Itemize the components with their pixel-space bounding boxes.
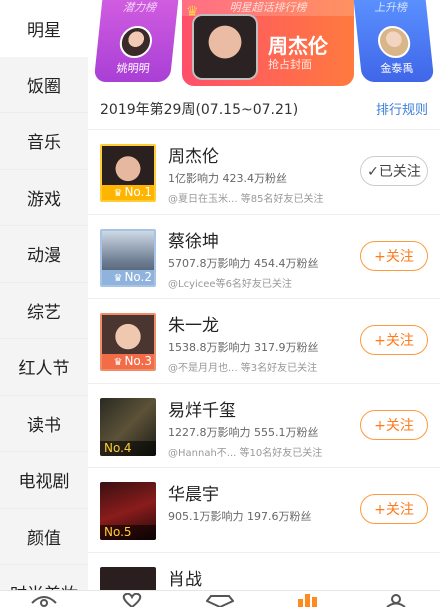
star-name: 周杰伦 xyxy=(168,147,219,167)
sidebar-item-label: 音乐 xyxy=(27,133,61,154)
friends-following: @Lcyicee等6名好友已关注 xyxy=(168,278,292,290)
eye-icon[interactable] xyxy=(29,591,59,607)
avatar xyxy=(376,26,412,58)
ranking-list: ♛ No.1 周杰伦 1亿影响力 423.4万粉丝 @夏日在玉米... 等85名好… xyxy=(88,130,440,593)
avatar xyxy=(192,14,258,80)
sidebar-item-label: 动漫 xyxy=(27,246,61,267)
week-header: 2019年第29周(07.15~07.21) 排行规则 xyxy=(88,88,440,130)
followed-button[interactable]: ✓已关注 xyxy=(360,156,428,186)
avatar: No.5 xyxy=(100,482,156,540)
card-name: 金泰禹 xyxy=(379,62,415,75)
sidebar-item-label: 颜值 xyxy=(27,528,61,549)
card-name: 周杰伦 xyxy=(268,34,328,58)
rank-badge: ♛ No.2 xyxy=(102,269,154,285)
star-name: 蔡徐坤 xyxy=(168,231,219,252)
heart-icon[interactable] xyxy=(117,591,147,607)
list-item[interactable]: ♛ No.3 朱一龙 1538.8万影响力 317.9万粉丝 @不是月月也... … xyxy=(88,299,440,384)
friends-following: @不是月月也... 等3名好友已关注 xyxy=(168,363,318,374)
list-item[interactable]: No.4 易烊千玺 1227.8万影响力 555.1万粉丝 @Hannah不..… xyxy=(88,384,440,468)
potential-list-card[interactable]: 潜力榜 姚明明 xyxy=(93,0,179,82)
influence-stats: 5707.8万影响力 454.4万粉丝 xyxy=(168,256,319,270)
sidebar-item-books[interactable]: 读书 xyxy=(0,396,88,452)
rank-badge: No.5 xyxy=(100,525,156,540)
follow-button[interactable]: +关注 xyxy=(360,494,428,524)
influence-stats: 1227.8万影响力 555.1万粉丝 xyxy=(168,425,319,439)
ranking-banner: 潜力榜 姚明明 明星超话排行榜 ♛ 周杰伦 抢占封面 上升榜 金泰禹 xyxy=(88,0,440,88)
avatar: ♛ No.1 xyxy=(100,144,156,202)
friends-following: @Hannah不... 等10名好友已关注 xyxy=(168,447,323,459)
sidebar-item-label: 读书 xyxy=(27,415,61,436)
ranking-rules-link[interactable]: 排行规则 xyxy=(376,99,428,118)
sidebar-item-anime[interactable]: 动漫 xyxy=(0,226,88,283)
sidebar-item-tv[interactable]: 电视剧 xyxy=(0,452,88,509)
influence-stats: 905.1万影响力 197.6万粉丝 xyxy=(168,510,312,523)
category-sidebar: 明星 饭圈 音乐 游戏 动漫 综艺 红人节 读书 电视剧 颜值 时尚美妆 xyxy=(0,0,88,605)
avatar: ♛ No.2 xyxy=(100,228,156,287)
card-tag: 潜力榜 xyxy=(122,1,157,14)
avatar xyxy=(118,26,154,58)
rank-badge: No.4 xyxy=(100,440,156,456)
sidebar-item-games[interactable]: 游戏 xyxy=(0,170,88,226)
list-item[interactable]: No.5 华晨宇 905.1万影响力 197.6万粉丝 +关注 xyxy=(88,468,440,553)
card-name: 姚明明 xyxy=(115,62,151,75)
rank-badge: ♛ No.3 xyxy=(102,354,154,369)
star-name: 肖战 xyxy=(168,569,202,590)
list-item[interactable]: ♛ No.1 周杰伦 1亿影响力 423.4万粉丝 @夏日在玉米... 等85名好… xyxy=(88,130,440,215)
list-item[interactable]: ♛ No.2 蔡徐坤 5707.8万影响力 454.4万粉丝 @Lcyicee等6… xyxy=(88,215,440,299)
avatar: No.4 xyxy=(100,397,156,456)
sidebar-item-label: 饭圈 xyxy=(27,76,61,97)
star-topic-ranking-card[interactable]: 明星超话排行榜 ♛ 周杰伦 抢占封面 xyxy=(182,0,354,86)
influence-stats: 1亿影响力 423.4万粉丝 xyxy=(168,172,287,185)
star-name: 华晨宇 xyxy=(168,485,219,505)
rank-badge: ♛ No.1 xyxy=(102,185,154,200)
sidebar-item-label: 红人节 xyxy=(18,359,70,380)
sidebar-item-fan-circle[interactable]: 饭圈 xyxy=(0,57,88,113)
follow-button[interactable]: +关注 xyxy=(360,240,428,271)
follow-button[interactable]: +关注 xyxy=(360,409,428,440)
sidebar-item-label: 明星 xyxy=(27,20,61,41)
sidebar-item-looks[interactable]: 颜值 xyxy=(0,509,88,565)
crown-icon: ♛ xyxy=(113,272,123,284)
list-item[interactable]: 肖战 xyxy=(88,553,440,593)
crown-icon: ♛ xyxy=(113,188,123,199)
sidebar-item-label: 综艺 xyxy=(27,302,61,323)
avatar: ♛ No.3 xyxy=(100,313,156,371)
bottom-tab-bar xyxy=(0,590,440,607)
sidebar-item-influencer[interactable]: 红人节 xyxy=(0,339,88,396)
card-subtitle: 抢占封面 xyxy=(268,58,312,71)
sidebar-item-label: 电视剧 xyxy=(18,472,70,493)
star-name: 朱一龙 xyxy=(168,316,219,336)
friends-following: @夏日在玉米... 等85名好友已关注 xyxy=(168,194,324,205)
card-tag: 上升榜 xyxy=(373,1,408,14)
star-name: 易烊千玺 xyxy=(168,400,236,421)
crown-icon: ♛ xyxy=(113,357,123,368)
profile-icon[interactable] xyxy=(381,591,411,607)
sidebar-item-music[interactable]: 音乐 xyxy=(0,113,88,170)
sidebar-item-stars[interactable]: 明星 xyxy=(0,0,88,57)
diamond-icon[interactable] xyxy=(205,591,235,607)
avatar xyxy=(100,566,156,593)
crown-icon: ♛ xyxy=(186,4,199,20)
chart-icon[interactable] xyxy=(293,591,323,607)
follow-button[interactable]: +关注 xyxy=(360,325,428,355)
sidebar-item-label: 游戏 xyxy=(27,189,61,210)
week-label: 2019年第29周(07.15~07.21) xyxy=(100,101,299,118)
sidebar-item-variety[interactable]: 综艺 xyxy=(0,283,88,339)
influence-stats: 1538.8万影响力 317.9万粉丝 xyxy=(168,341,319,354)
rising-list-card[interactable]: 上升榜 金泰禹 xyxy=(353,0,435,82)
